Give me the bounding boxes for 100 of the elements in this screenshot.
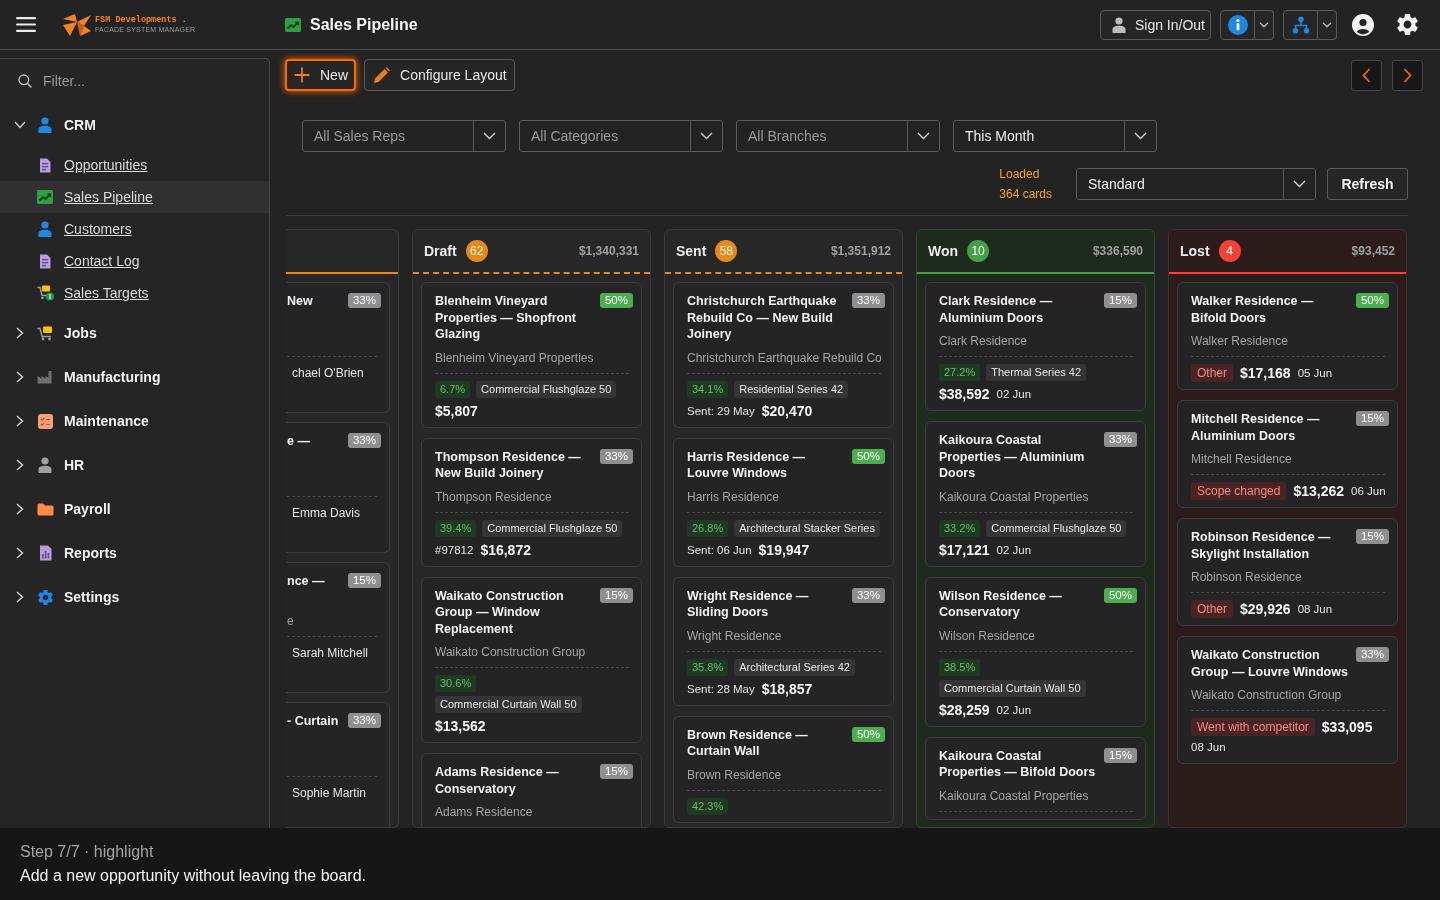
view-dropdown[interactable]: Standard <box>1076 168 1316 200</box>
nav-link[interactable]: Contact Log <box>0 245 269 277</box>
count-badge: 10 <box>967 240 990 262</box>
nav-group[interactable]: Jobs <box>0 311 269 355</box>
account-icon <box>1352 13 1374 36</box>
logo-icon <box>62 12 92 37</box>
opportunity-card[interactable]: Wilson Residence — Conservatory 50% Wilson Residence 38.5% Commercial Curtain Wall 50 $28,259 02 Jun <box>925 576 1146 727</box>
card-count-text: 364 cards <box>999 186 1052 203</box>
nav-link[interactable]: Sales Pipeline <box>0 181 269 213</box>
product-tag: Commercial Flushglaze 50 <box>476 380 617 398</box>
card-title: e — <box>287 433 311 450</box>
previous-button[interactable] <box>1351 59 1382 91</box>
nav-group[interactable]: CRM <box>0 103 269 147</box>
opportunity-card[interactable]: Kaikoura Coastal Properties — Aluminium Doors 33% Kaikoura Coastal Properties 33.2% Commercial Flushglaze 50 $17,121 02 Jun <box>925 421 1146 567</box>
refresh-button[interactable]: Refresh <box>1327 168 1408 200</box>
customer-name: Christchurch Earthquake Rebuild Co <box>687 349 883 366</box>
info-icon <box>1227 14 1248 35</box>
probability-badge: 50% <box>1103 587 1137 603</box>
nav-group[interactable]: Settings <box>0 575 269 619</box>
card-value: $19,947 <box>758 540 810 559</box>
opportunity-card[interactable]: New 33% chael O'Brien <box>286 282 390 413</box>
chevron-left-icon <box>1362 67 1371 83</box>
loss-reason-tag: Other <box>1191 364 1233 382</box>
sign-in-out-button[interactable]: Sign In/Out <box>1099 9 1211 40</box>
nav-link[interactable]: Customers <box>0 213 269 245</box>
filter-dropdown[interactable]: All Branches <box>736 120 940 152</box>
opportunity-card[interactable]: Brown Residence — Curtain Wall 50% Brown Residence 42.3% <box>673 715 894 823</box>
opportunity-card[interactable]: Harris Residence — Louvre Windows 50% Harris Residence 26.8% Architectural Stacker Series Sent: 06 Jun $19,947 <box>673 437 894 567</box>
product-tag: Commercial Curtain Wall 50 <box>939 679 1086 697</box>
probability-badge: 33% <box>851 587 885 603</box>
org-chart-icon <box>1291 15 1310 34</box>
filter-dropdown[interactable]: All Categories <box>519 120 723 152</box>
opportunity-card[interactable]: Walker Residence — Bifold Doors 50% Walker Residence Other $17,168 05 Jun <box>1177 282 1398 390</box>
opportunity-card[interactable]: nce — 15% e Sarah Mitchell <box>286 562 390 693</box>
card-value: $38,592 <box>939 385 990 403</box>
opportunity-card[interactable]: Wright Residence — Sliding Doors 33% Wright Residence 35.8% Architectural Series 42 Sent: 28 May $18,857 <box>673 576 894 706</box>
settings-button[interactable] <box>1397 14 1418 35</box>
probability-badge: 15% <box>599 587 633 603</box>
opportunity-card[interactable]: Waikato Construction Group — Window Replacement 15% Waikato Construction Group 30.6% Commercial Curtain Wall 50 $13,562 <box>421 576 642 743</box>
opportunity-card[interactable]: Adams Residence — Conservatory 15% Adams Residence <box>421 753 642 827</box>
nav-group[interactable]: Maintenance <box>0 399 269 443</box>
org-chart-button[interactable] <box>1283 9 1318 40</box>
opportunity-card[interactable]: Thompson Residence — New Build Joinery 33% Thompson Residence 39.4% Commercial Flushglaze 50 #97812 $16,872 <box>421 437 642 567</box>
product-tag: Residential Series 42 <box>734 380 849 398</box>
card-value: $29,926 <box>1240 600 1291 618</box>
opportunity-card[interactable]: Waikato Construction Group — Louvre Windows 33% Waikato Construction Group Went with competitor $33,095 08 Jun <box>1177 636 1398 764</box>
opportunity-card[interactable]: Robinson Residence — Skylight Installation 15% Robinson Residence Other $29,926 08 Jun <box>1177 518 1398 626</box>
customer-name: e <box>287 613 295 629</box>
checklist-icon <box>37 413 53 429</box>
sales-rep-name: Sarah Mitchell <box>291 645 370 661</box>
configure-layout-button[interactable]: Configure Layout <box>364 59 515 91</box>
new-button[interactable]: New <box>285 59 356 91</box>
person-icon <box>38 457 52 473</box>
opportunity-card[interactable]: Blenheim Vineyard Properties — Shopfront Glazing 50% Blenheim Vineyard Properties 6.7% Commercial Flushglaze 50 $5,807 <box>421 282 642 428</box>
factory-icon <box>37 370 53 384</box>
probability-badge: 33% <box>347 293 381 308</box>
column-title: Sent <box>676 243 707 259</box>
info-button[interactable] <box>1220 9 1255 40</box>
next-button[interactable] <box>1392 59 1423 91</box>
margin-tag: 34.1% <box>687 380 729 398</box>
tour-step-text: Step 7/7 · highlight <box>20 842 155 862</box>
nav-group[interactable]: Manufacturing <box>0 355 269 399</box>
probability-badge: 50% <box>851 448 885 464</box>
column-total: $336,590 <box>1092 244 1143 258</box>
opportunity-card[interactable]: Mitchell Residence — Aluminium Doors 15% Mitchell Residence Scope changed $13,262 06 Jun <box>1177 400 1398 508</box>
sales-rep-name: Sophie Martin <box>291 785 368 801</box>
opportunity-card[interactable]: - Curtain 33% Sophie Martin <box>286 702 390 827</box>
account-button[interactable] <box>1352 13 1374 36</box>
caret-icon <box>917 132 930 140</box>
nav-group[interactable]: Payroll <box>0 487 269 531</box>
card-title: Wright Residence — Sliding Doors <box>687 587 810 621</box>
person-icon <box>1111 16 1126 33</box>
settings-icon <box>37 589 53 605</box>
probability-badge: 15% <box>347 573 381 588</box>
product-tag: Architectural Stacker Series <box>734 519 880 537</box>
filter-dropdown[interactable]: This Month <box>953 120 1157 152</box>
opportunity-card[interactable]: Kaikoura Coastal Properties — Bifold Doors 15% Kaikoura Coastal Properties <box>925 736 1146 820</box>
close-date: 06 Jun <box>1351 484 1386 499</box>
opportunity-card[interactable]: Clark Residence — Aluminium Doors 15% Clark Residence 27.2% Thermal Series 42 $38,592 02 Jun <box>925 282 1146 411</box>
filter-field[interactable]: Filter... <box>43 69 243 93</box>
tour-message: Add a new opportunity without leaving the board. <box>20 866 367 886</box>
opportunity-card[interactable]: e — 33% Emma Davis <box>286 422 390 553</box>
card-value: $5,807 <box>435 401 478 420</box>
info-menu-button[interactable] <box>1255 9 1274 40</box>
nav-link[interactable]: Opportunities <box>0 149 269 181</box>
filter-dropdown[interactable]: All Sales Reps <box>302 120 506 152</box>
margin-tag: 30.6% <box>435 675 477 692</box>
opportunity-card[interactable]: Christchurch Earthquake Rebuild Co — New Build Joinery 33% Christchurch Earthquake Rebuild Co 34.1% Residential Series 42 Sent: 29 May $20,470 <box>673 282 894 428</box>
customer-name: Blenheim Vineyard Properties <box>435 349 595 366</box>
nav-group[interactable]: Reports <box>0 531 269 575</box>
nav-group[interactable]: HR <box>0 443 269 487</box>
menu-button[interactable] <box>16 17 36 32</box>
caret-icon <box>1322 21 1332 28</box>
margin-tag: 27.2% <box>939 364 981 381</box>
margin-tag: 38.5% <box>939 658 981 676</box>
card-value: $17,121 <box>939 540 990 559</box>
close-date: 02 Jun <box>996 387 1032 402</box>
nav-link[interactable]: Sales Targets <box>0 277 269 309</box>
org-chart-menu-button[interactable] <box>1318 9 1337 40</box>
close-date: 02 Jun <box>996 542 1032 558</box>
